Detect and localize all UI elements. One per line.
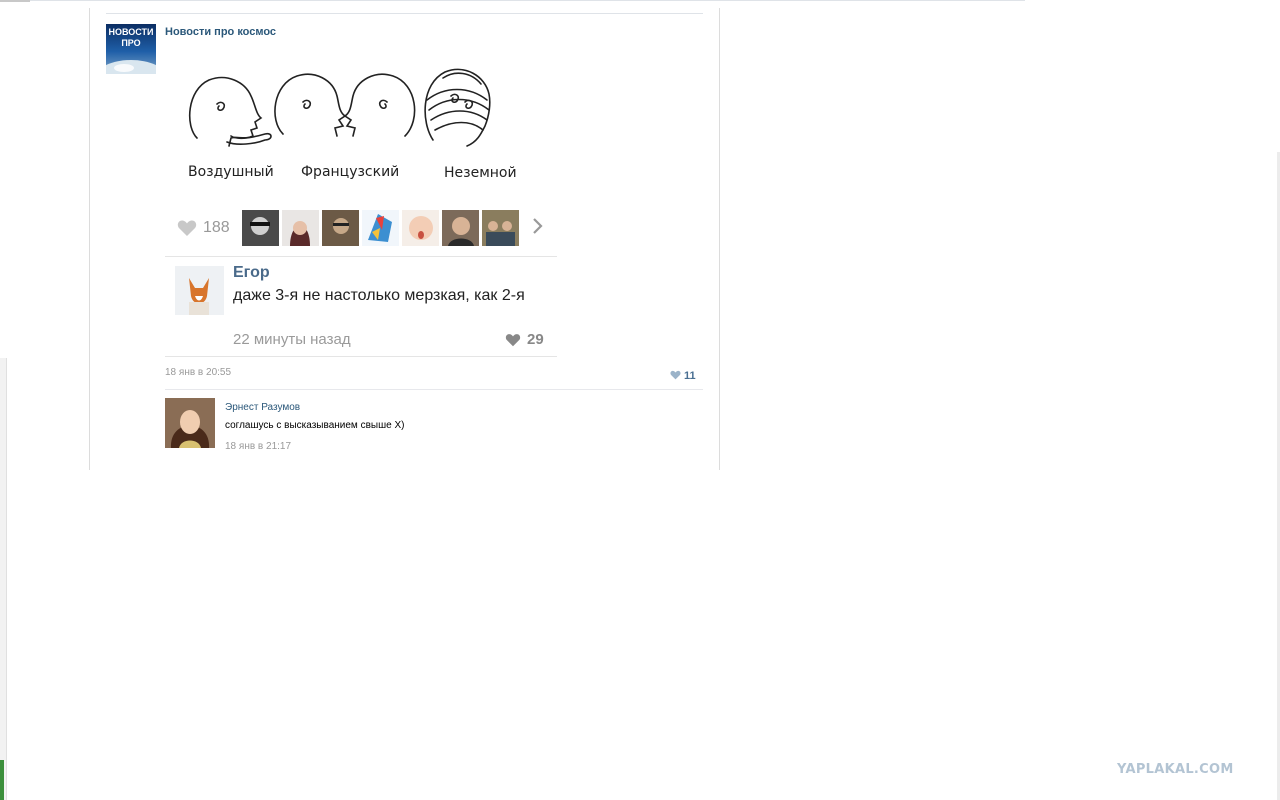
post-like-button[interactable]: 11 bbox=[670, 367, 696, 385]
caption-unearthly-kiss: Неземной bbox=[444, 165, 517, 181]
comment-avatar bbox=[175, 266, 224, 315]
taskbar-edge bbox=[0, 760, 4, 800]
comment-time: 22 минуты назад bbox=[233, 331, 351, 348]
comment-author: Егор bbox=[233, 264, 270, 281]
caption-french-kiss: Французский bbox=[301, 164, 400, 180]
chevron-right-icon bbox=[531, 216, 545, 241]
liker-avatar bbox=[282, 210, 319, 246]
site-watermark: YAPLAKAL.COM bbox=[1117, 762, 1234, 777]
reply-text: соглашусь с высказыванием свыше Х) bbox=[225, 420, 405, 431]
reply-divider bbox=[165, 389, 703, 390]
heart-icon bbox=[670, 367, 681, 385]
meme-like-count: 188 bbox=[203, 219, 230, 236]
comment-like-count: 29 bbox=[527, 331, 544, 348]
liker-avatar bbox=[362, 210, 399, 246]
caption-air-kiss: Воздушный bbox=[188, 164, 274, 180]
post-image[interactable]: Воздушный Французский Неземной 188 Егор … bbox=[165, 56, 557, 361]
top-divider bbox=[0, 0, 1025, 1]
meme-divider bbox=[165, 256, 557, 257]
heart-icon bbox=[177, 219, 197, 242]
post-date-link[interactable]: 18 янв в 20:55 bbox=[165, 367, 231, 378]
group-name-link[interactable]: Новости про космос bbox=[165, 26, 276, 38]
reply-avatar[interactable] bbox=[165, 398, 215, 448]
comment-text: даже 3-я не настолько мерзкая, как 2-я bbox=[233, 287, 525, 304]
liker-avatar bbox=[402, 210, 439, 246]
top-scroll-stub bbox=[0, 0, 30, 2]
liker-avatar bbox=[482, 210, 519, 246]
group-avatar[interactable]: НОВОСТИ ПРО bbox=[106, 24, 156, 74]
liker-avatar bbox=[442, 210, 479, 246]
post-like-count: 11 bbox=[684, 370, 696, 382]
svg-text:НОВОСТИ: НОВОСТИ bbox=[108, 27, 153, 37]
reply-author-link[interactable]: Эрнест Разумов bbox=[225, 402, 300, 413]
reply-date-link[interactable]: 18 янв в 21:17 bbox=[225, 441, 291, 452]
left-window-edge bbox=[0, 358, 7, 800]
post-top-divider bbox=[106, 13, 703, 14]
svg-text:ПРО: ПРО bbox=[121, 38, 140, 48]
liker-avatar bbox=[322, 210, 359, 246]
heart-icon bbox=[505, 333, 521, 352]
meme-divider bbox=[165, 356, 557, 357]
wall-post: НОВОСТИ ПРО Новости про космос Воздушный… bbox=[89, 8, 720, 470]
liker-avatar bbox=[242, 210, 279, 246]
